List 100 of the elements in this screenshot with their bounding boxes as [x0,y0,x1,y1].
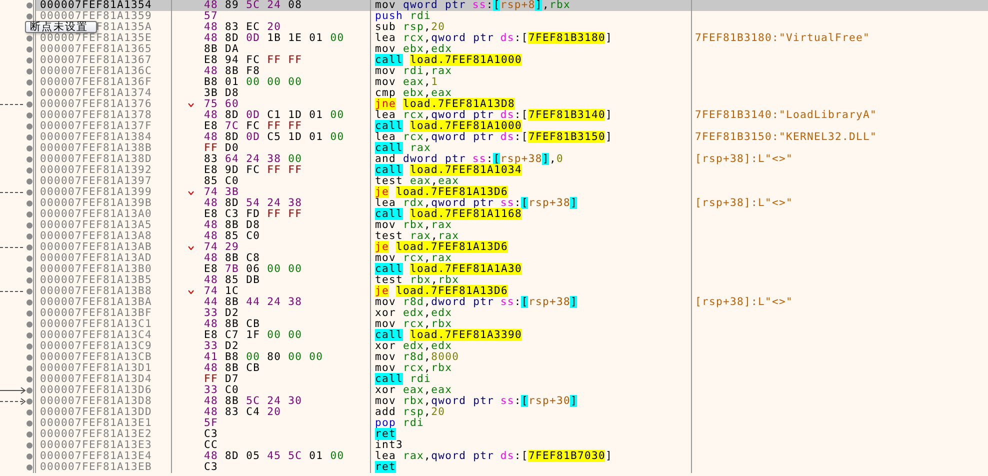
bytes-text: 33 C0 [204,385,240,396]
disasm-row[interactable]: 000007FEF81A13C9 33 D2 xor edx,edx [0,341,988,352]
address-text: 000007FEF81A1374 [40,88,152,99]
bytes-text: FF D0 [204,143,240,154]
comment-text: 7FEF81B3150:"KERNEL32.DLL" [695,132,878,143]
instruction-text: call load.7FEF81A1000 [375,55,522,66]
instruction-text: pop rdi [375,418,424,429]
address-text: 000007FEF81A13D1 [40,363,152,374]
address-text: 000007FEF81A13DD [40,407,152,418]
bytes-text: 48 8D 0D 1B 1E 01 00 [204,33,344,44]
disasm-row[interactable]: 000007FEF81A13E2 C3 ret [0,429,988,440]
address-text: 000007FEF81A13A8 [40,231,152,242]
address-text: 000007FEF81A13B5 [40,275,152,286]
bytes-text: 48 89 5C 24 08 [204,0,302,11]
instruction-text: je load.7FEF81A13D6 [375,187,508,198]
bytes-text: E8 7B 06 00 00 [204,264,302,275]
instruction-text: mov rcx,rax [375,253,452,264]
bytes-text: 48 8B 5C 24 30 [204,396,302,407]
disasm-row[interactable]: 000007FEF81A1367 E8 94 FC FF FF call load.7FEF81A1000 [0,55,988,66]
address-text: 000007FEF81A136F [40,77,152,88]
disasm-row[interactable]: 000007FEF81A13CB 41 B8 00 80 00 00 mov r8d,8000 [0,352,988,363]
address-text: 000007FEF81A1365 [40,44,152,55]
disasm-row[interactable]: 000007FEF81A13B8 74 1C je load.7FEF81A13D6 [0,286,988,297]
address-text: 000007FEF81A1376 [40,99,152,110]
instruction-text: mov eax,1 [375,77,438,88]
instruction-text: lea rcx,qword ptr ds:[7FEF81B3180] [375,33,612,44]
instruction-text: call load.7FEF81A1034 [375,165,522,176]
disasm-row[interactable]: 000007FEF81A13EB C3 ret [0,462,988,473]
bytes-text: 48 8B CB [204,363,260,374]
address-text: 000007FEF81A13D4 [40,374,152,385]
bytes-text: 5F [204,418,218,429]
bytes-text: 57 [204,11,218,22]
instruction-text: call rdi [375,374,432,385]
disasm-row[interactable]: 000007FEF81A13AB 74 29 je load.7FEF81A13D6 [0,242,988,253]
bytes-text: 8B DA [204,44,240,55]
instruction-text: mov ebx,edx [375,44,452,55]
bytes-text: 48 8D 0D C1 1D 01 00 [204,110,344,121]
address-text: 000007FEF81A13A0 [40,209,152,220]
bytes-text: 33 D2 [204,341,240,352]
address-text: 000007FEF81A13E3 [40,440,152,451]
comment-text: [rsp+38]:L"<>" [695,297,794,308]
instruction-text: mov rbx,qword ptr ss:[rsp+30] [375,396,578,407]
instruction-text: mov r8d,dword ptr ss:[rsp+38] [375,297,578,308]
disasm-row[interactable]: 000007FEF81A13A5 48 8B D8 mov rbx,rax [0,220,988,231]
instruction-text: lea rdx,qword ptr ss:[rsp+38] [375,198,578,209]
disasm-row[interactable]: 000007FEF81A13BA 44 8B 44 24 38 mov r8d,dword ptr ss:[rsp+38] [rsp+38]:L"<>" [0,297,988,308]
disasm-row[interactable]: 000007FEF81A1354 48 89 5C 24 08 mov qword ptr ss:[rsp+8],rbx [0,0,988,11]
bytes-text: FF D7 [204,374,240,385]
disasm-row[interactable]: 000007FEF81A135E 48 8D 0D 1B 1E 01 00 lea rcx,qword ptr ds:[7FEF81B3180] 7FEF81B3180:"VirtualFree" [0,33,988,44]
disasm-row[interactable]: 000007FEF81A13A0 E8 C3 FD FF FF call load.7FEF81A1168 [0,209,988,220]
address-text: 000007FEF81A13E4 [40,451,152,462]
disasm-row[interactable]: 000007FEF81A13E4 48 8D 05 45 5C 01 00 lea rax,qword ptr ds:[7FEF81B7030] [0,451,988,462]
bytes-text: 48 85 DB [204,275,260,286]
address-text: 000007FEF81A1367 [40,55,152,66]
bytes-text: 75 60 [204,99,240,110]
address-text: 000007FEF81A13C9 [40,341,152,352]
instruction-text: call load.7FEF81A3390 [375,330,522,341]
address-text: 000007FEF81A13E1 [40,418,152,429]
disasm-row[interactable]: 000007FEF81A136C 48 8B F8 mov rdi,rax [0,66,988,77]
disasm-row[interactable]: 000007FEF81A13D4 FF D7 call rdi [0,374,988,385]
bytes-text: E8 94 FC FF FF [204,55,302,66]
disasm-row[interactable]: 000007FEF81A13D8 48 8B 5C 24 30 mov rbx,qword ptr ss:[rsp+30] [0,396,988,407]
disasm-row[interactable]: 000007FEF81A1392 E8 9D FC FF FF call load.7FEF81A1034 [0,165,988,176]
address-text: 000007FEF81A135E [40,33,152,44]
address-text: 000007FEF81A138B [40,143,152,154]
disasm-row[interactable]: 000007FEF81A13B0 E8 7B 06 00 00 call load.7FEF81A1A30 [0,264,988,275]
address-text: 000007FEF81A13C4 [40,330,152,341]
instruction-text: xor edx,edx [375,308,452,319]
bytes-text: 48 85 C0 [204,231,260,242]
address-text: 000007FEF81A13EB [40,462,152,473]
instruction-text: mov qword ptr ss:[rsp+8],rbx [375,0,570,11]
bytes-text: 48 83 EC 20 [204,22,282,33]
bytes-text: C3 [204,462,218,473]
address-text: 000007FEF81A13BF [40,308,152,319]
address-text: 000007FEF81A13AB [40,242,152,253]
bytes-text: 74 29 [204,242,240,253]
bytes-text: E8 9D FC FF FF [204,165,302,176]
bytes-text: 48 83 C4 20 [204,407,282,418]
instruction-text: test eax,eax [375,176,460,187]
address-text: 000007FEF81A137F [40,121,152,132]
bytes-text: 85 C0 [204,176,240,187]
address-text: 000007FEF81A13D8 [40,396,152,407]
address-text: 000007FEF81A138D [40,154,152,165]
bytes-text: 41 B8 00 80 00 00 [204,352,324,363]
disasm-row[interactable]: 000007FEF81A13C4 E8 C7 1F 00 00 call load.7FEF81A3390 [0,330,988,341]
bytes-text: 3B D8 [204,88,240,99]
bytes-text: CC [204,440,218,451]
disasm-row[interactable]: 000007FEF81A136F B8 01 00 00 00 mov eax,1 [0,77,988,88]
instruction-text: jne load.7FEF81A13D8 [375,99,516,110]
bytes-text: E8 7C FC FF FF [204,121,302,132]
instruction-text: call rax [375,143,432,154]
disasm-row[interactable]: 000007FEF81A1399 74 3B je load.7FEF81A13D6 [0,187,988,198]
disasm-row[interactable]: 000007FEF81A13DD 48 83 C4 20 add rsp,20 [0,407,988,418]
disasm-row[interactable]: 000007FEF81A13BF 33 D2 xor edx,edx [0,308,988,319]
address-text: 000007FEF81A136C [40,66,152,77]
instruction-text: add rsp,20 [375,407,446,418]
instruction-text: test rbx,rbx [375,275,460,286]
instruction-text: test rax,rax [375,231,460,242]
address-text: 000007FEF81A13E2 [40,429,152,440]
bytes-text: 74 3B [204,187,240,198]
